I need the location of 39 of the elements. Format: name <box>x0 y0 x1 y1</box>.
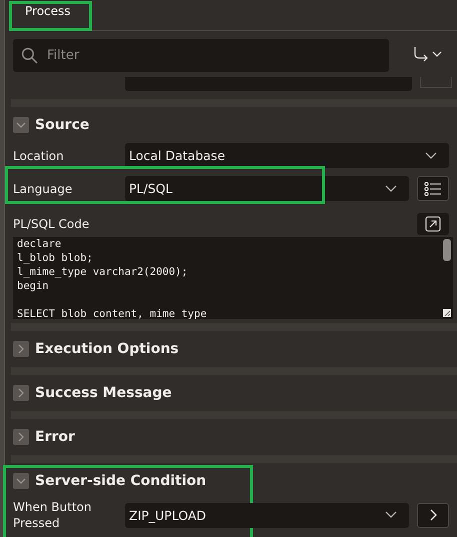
filter-field[interactable]: Filter <box>13 39 389 72</box>
section-title[interactable]: Source <box>35 117 90 133</box>
expand-icon <box>425 216 441 232</box>
icon-button[interactable] <box>420 77 452 88</box>
select-field[interactable]: ZIP_UPLOAD <box>125 502 409 528</box>
section-title[interactable]: Success Message <box>35 385 172 401</box>
field-label: Language <box>13 180 74 196</box>
field-label: PL/SQL Code <box>13 216 90 232</box>
field-label: Location <box>13 148 65 164</box>
toggle-icon[interactable] <box>13 117 29 133</box>
select-value: ZIP_UPLOAD <box>129 508 206 522</box>
scrollbar-thumb[interactable] <box>443 239 451 261</box>
select-value: PL/SQL <box>129 181 172 196</box>
chevron-right-icon <box>429 509 437 521</box>
section-title[interactable]: Execution Options <box>35 341 179 357</box>
section-title[interactable]: Error <box>35 429 75 445</box>
process-tab[interactable]: Process <box>11 0 71 18</box>
select-field[interactable]: PL/SQL <box>125 176 409 201</box>
code-line: l_blob blob; <box>17 252 93 264</box>
go-button[interactable] <box>417 502 449 528</box>
select-value: Local Database <box>129 148 226 163</box>
search-icon <box>21 47 38 64</box>
toggle-icon[interactable] <box>13 341 29 357</box>
caret-icon <box>425 152 437 160</box>
code-line: begin <box>17 280 49 292</box>
expand-button[interactable] <box>417 213 449 235</box>
list-button[interactable] <box>417 176 449 201</box>
section-title[interactable]: Server-side Condition <box>35 473 206 489</box>
code-line: l_mime_type varchar2(2000); <box>17 266 188 278</box>
field-label: When Button Pressed <box>13 499 92 531</box>
toggle-icon[interactable] <box>13 429 29 445</box>
list-icon <box>424 182 442 196</box>
code-line: declare <box>17 238 62 250</box>
select-field[interactable]: Local Database <box>125 143 449 168</box>
caret-icon <box>385 511 397 519</box>
caret-icon <box>385 184 397 192</box>
resize-grip-icon[interactable] <box>443 309 451 317</box>
toggle-icon[interactable] <box>13 385 29 401</box>
toggle-icon[interactable] <box>13 473 29 489</box>
